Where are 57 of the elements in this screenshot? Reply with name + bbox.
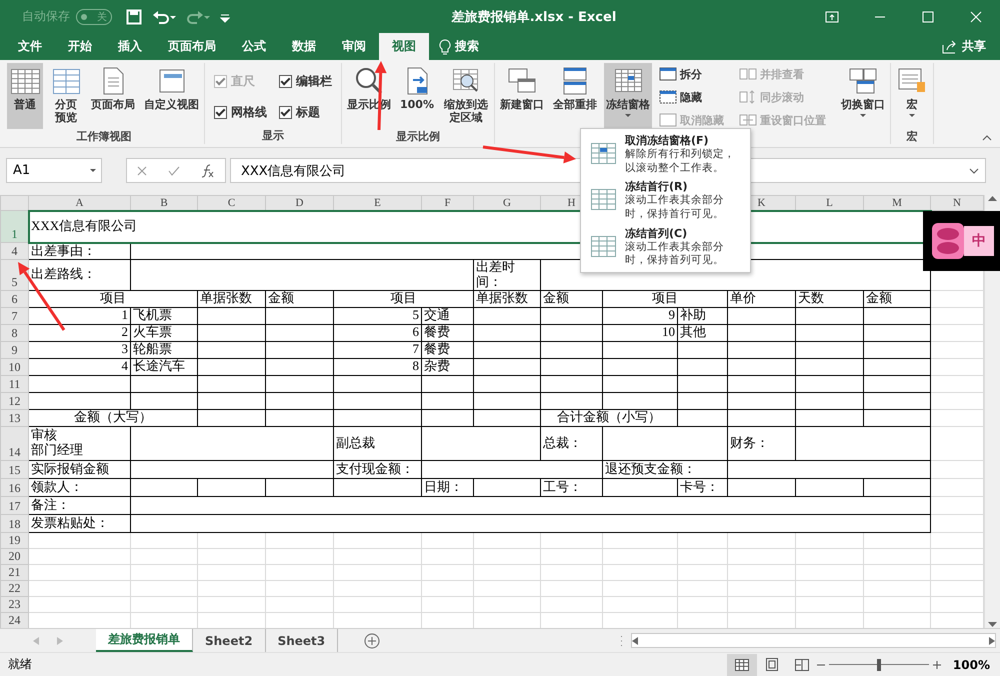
status-text: 就绪 <box>8 656 32 673</box>
table-cell: 6 <box>334 324 422 342</box>
table-cell: 9 <box>602 307 678 324</box>
table-cell: 轮船票 <box>130 341 198 358</box>
table-cell: 金额（大写） <box>28 409 198 426</box>
table-cell: 合计金额（小写） <box>540 409 678 426</box>
window-title: 差旅费报销单.xlsx - Excel <box>450 8 618 26</box>
table-cell: 补助 <box>678 307 728 324</box>
group-label: 显示 <box>261 128 285 144</box>
autosave-label: 自动保存 <box>22 8 70 25</box>
table-cell: 支付现金额： <box>334 460 422 478</box>
group-label: 工作簿视图 <box>76 129 132 144</box>
menu-item-title: 取消冻结窗格(F) <box>625 133 710 148</box>
table-cell: 天数 <box>796 290 864 308</box>
table-cell: 项目 <box>334 290 474 308</box>
table-cell: 副总裁 <box>334 426 422 460</box>
table-cell: 飞机票 <box>130 307 198 324</box>
table-cell: 8 <box>334 358 422 376</box>
table-cell: 杂费 <box>422 358 474 376</box>
table-cell: 火车票 <box>130 324 198 342</box>
table-cell: 工号： <box>540 478 602 496</box>
table-cell: 项目 <box>602 290 728 308</box>
table-cell: 备注： <box>28 496 130 514</box>
table-cell: 7 <box>334 341 422 358</box>
menu-item-title: 冻结首行(R) <box>625 179 689 194</box>
cell-text: 部门经理 <box>31 443 84 458</box>
table-cell: 金额 <box>540 290 602 308</box>
table-cell: 3 <box>28 341 130 358</box>
table-cell: 出差时间： <box>474 260 540 290</box>
table-cell: 交通 <box>422 307 474 324</box>
table-cell: 金额 <box>864 290 930 308</box>
table-cell: 10 <box>602 324 678 342</box>
table-cell: 长途汽车 <box>130 358 198 376</box>
table-cell: 其他 <box>678 324 728 342</box>
menu-item-description: 滚动工作表其余部分时，保持首列可见。 <box>625 240 725 268</box>
table-cell: 餐费 <box>422 341 474 358</box>
table-cell: 实际报销金额 <box>28 460 130 478</box>
table-cell: 单据张数 <box>474 290 540 308</box>
table-cell: 总裁： <box>540 426 602 460</box>
table-cell: 卡号： <box>678 478 728 496</box>
group-label: 宏 <box>905 129 919 144</box>
table-cell: 5 <box>334 307 422 324</box>
table-cell: 领款人： <box>28 478 130 496</box>
table-cell: 4 <box>28 358 130 376</box>
table-cell: 出差事由： <box>28 242 130 260</box>
menu-item-description: 解除所有行和列锁定，以滚动整个工作表。 <box>625 148 736 176</box>
table-cell: 单据张数 <box>198 290 266 308</box>
table-cell: 发票粘贴处： <box>28 514 130 532</box>
cell-text: 审核 <box>31 428 58 443</box>
group-label: 显示比例 <box>395 129 442 144</box>
table-cell: 退还预支金额： <box>602 460 728 478</box>
table-cell: 日期： <box>422 478 474 496</box>
table-cell: 餐费 <box>422 324 474 342</box>
menu-item-title: 冻结首列(C) <box>625 226 688 241</box>
table-cell: 财务： <box>728 426 796 460</box>
table-cell: 单价 <box>728 290 796 308</box>
table-cell: 金额 <box>266 290 334 308</box>
